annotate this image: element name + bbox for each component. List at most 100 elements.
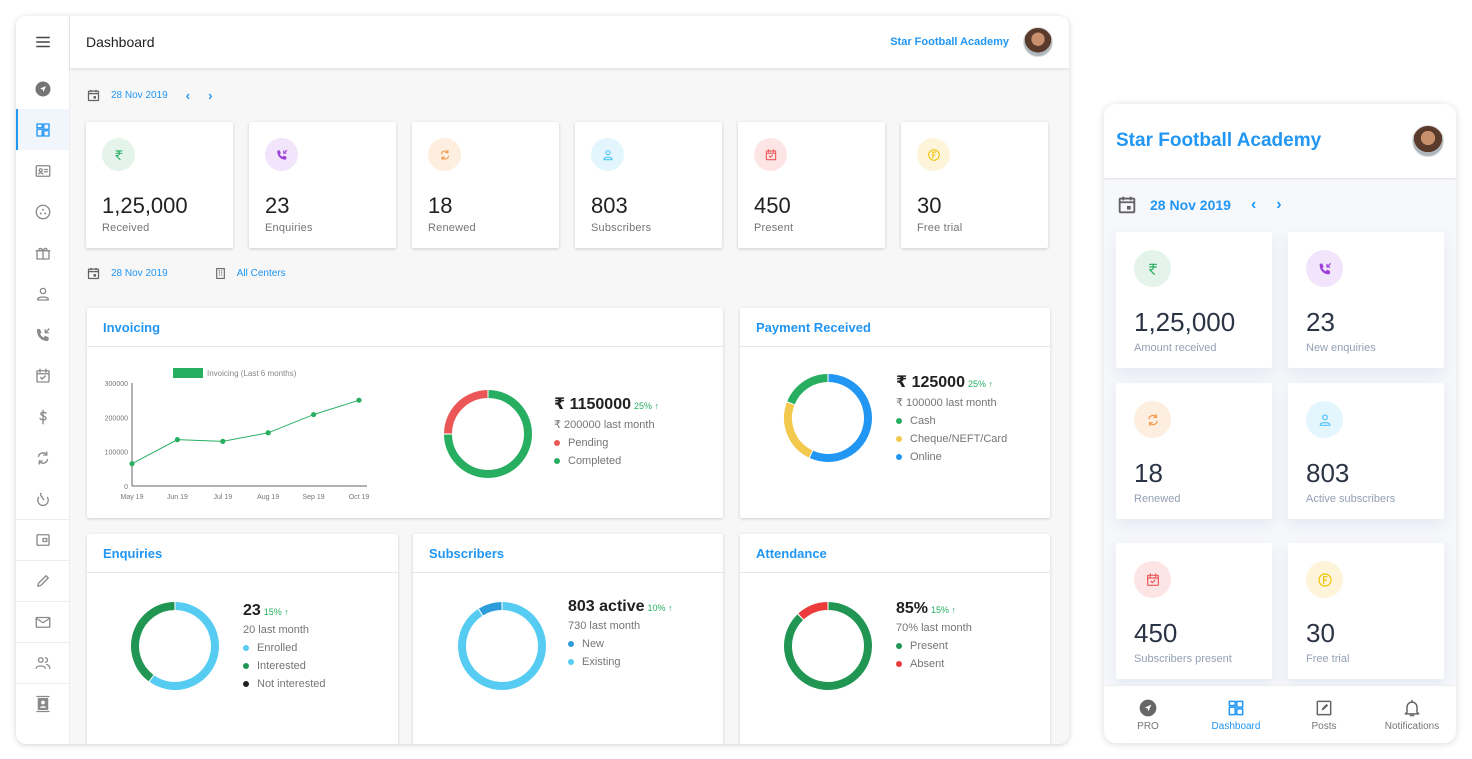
legend-swatch bbox=[173, 368, 203, 378]
calendar-check-icon bbox=[765, 148, 776, 160]
sidebar-item-dollar[interactable] bbox=[16, 396, 69, 437]
pro-icon bbox=[1139, 699, 1157, 716]
stat-value: 23 bbox=[265, 193, 290, 218]
stat-card-subscribers[interactable]: 803 Subscribers bbox=[575, 122, 722, 248]
current-date[interactable]: 28 Nov 2019 bbox=[111, 90, 168, 101]
mobile-stat-card-subscribers-present[interactable]: 450 Subscribers present bbox=[1116, 543, 1272, 679]
summary-amount: 85% 15% ↑ bbox=[896, 600, 972, 618]
stat-label: New enquiries bbox=[1306, 342, 1376, 354]
current-date[interactable]: 28 Nov 2019 bbox=[1150, 197, 1231, 213]
avatar[interactable] bbox=[1412, 125, 1444, 157]
sidebar-item-person[interactable] bbox=[16, 273, 69, 314]
calendar-icon bbox=[1118, 196, 1136, 214]
mobile-stat-card-free-trial[interactable]: 30 Free trial bbox=[1288, 543, 1444, 679]
enquiries-panel: Enquiries 23 15% ↑ 20 last month Enrolled… bbox=[87, 534, 398, 744]
panel-title: Payment Received bbox=[740, 308, 1050, 347]
x-tick-label: May 19 bbox=[121, 494, 144, 501]
nav-item-notifications[interactable]: Notifications bbox=[1368, 686, 1456, 743]
donut-slice-cheque-neft-card bbox=[784, 402, 813, 458]
legend-item: Existing bbox=[568, 656, 673, 668]
prev-date-chevron-icon[interactable]: ‹ bbox=[186, 88, 190, 103]
stat-value: 1,25,000 bbox=[102, 193, 188, 218]
prev-date-chevron-icon[interactable]: ‹ bbox=[1251, 196, 1256, 214]
sidebar-item-mail[interactable] bbox=[16, 601, 69, 642]
menu-button[interactable] bbox=[16, 16, 69, 68]
change-badge: 15% ↑ bbox=[263, 607, 289, 617]
page-title: Dashboard bbox=[86, 34, 155, 50]
mobile-stat-card-new-enquiries[interactable]: 23 New enquiries bbox=[1288, 232, 1444, 368]
mobile-stat-card-active-subscribers[interactable]: 803 Active subscribers bbox=[1288, 383, 1444, 519]
sidebar-item-id-card[interactable] bbox=[16, 150, 69, 191]
mobile-header: Star Football Academy bbox=[1104, 104, 1456, 178]
stat-value: 1,25,000 bbox=[1134, 307, 1236, 337]
legend-dot bbox=[896, 454, 902, 460]
nav-item-dashboard[interactable]: Dashboard bbox=[1192, 686, 1280, 743]
pencil-icon bbox=[36, 575, 49, 587]
stat-card-present[interactable]: 450 Present bbox=[738, 122, 885, 248]
sidebar-item-wallet[interactable] bbox=[16, 519, 69, 560]
legend-label: Invoicing (Last 6 months) bbox=[207, 369, 297, 378]
panel-title: Attendance bbox=[740, 534, 1050, 573]
next-date-chevron-icon[interactable]: › bbox=[208, 88, 212, 103]
invoicing-summary: ₹ 1150000 25% ↑ ₹ 200000 last month Pendi… bbox=[554, 394, 659, 467]
y-tick-label: 100000 bbox=[105, 450, 128, 457]
sidebar-item-pencil[interactable] bbox=[16, 560, 69, 601]
mobile-stat-card-renewed[interactable]: 18 Renewed bbox=[1116, 383, 1272, 519]
avatar[interactable] bbox=[1023, 27, 1053, 57]
sidebar-item-dashboard[interactable] bbox=[16, 109, 69, 150]
free-trial-icon bbox=[927, 148, 940, 161]
sidebar-item-people[interactable] bbox=[16, 642, 69, 683]
nav-item-pro[interactable]: PRO bbox=[1104, 686, 1192, 743]
stat-label: Received bbox=[102, 222, 150, 234]
stat-label: Subscribers present bbox=[1134, 653, 1232, 665]
menu-icon bbox=[35, 36, 50, 48]
sidebar-item-contacts[interactable] bbox=[16, 683, 69, 724]
data-point bbox=[220, 438, 226, 444]
stat-card-free-trial[interactable]: 30 Free trial bbox=[901, 122, 1048, 248]
sidebar-item-pro[interactable] bbox=[16, 68, 69, 109]
donut-slice-existing bbox=[458, 602, 546, 690]
legend-dot bbox=[896, 436, 902, 442]
posts-icon bbox=[1316, 700, 1332, 715]
stat-card-enquiries[interactable]: 23 Enquiries bbox=[249, 122, 396, 248]
centers-filter[interactable]: All Centers bbox=[237, 268, 286, 279]
filter-date[interactable]: 28 Nov 2019 bbox=[111, 268, 168, 279]
groups-icon bbox=[35, 204, 50, 219]
attendance-panel: Attendance 85% 15% ↑ 70% last month Prese… bbox=[740, 534, 1050, 744]
sidebar-item-timer[interactable] bbox=[16, 478, 69, 519]
last-month-text: 20 last month bbox=[243, 624, 310, 636]
change-badge: 10% ↑ bbox=[647, 603, 673, 613]
sidebar-item-calendar-check[interactable] bbox=[16, 355, 69, 396]
legend-label: Existing bbox=[582, 656, 621, 668]
renew-icon bbox=[440, 149, 449, 160]
stat-icon-badge bbox=[591, 138, 624, 171]
sidebar-item-gift[interactable] bbox=[16, 232, 69, 273]
payment-donut-chart bbox=[784, 374, 872, 462]
contacts-icon bbox=[35, 695, 50, 713]
sidebar-item-groups[interactable] bbox=[16, 191, 69, 232]
sidebar-item-renew[interactable] bbox=[16, 437, 69, 478]
payment-summary: ₹ 125000 25% ↑ ₹ 100000 last month Cash Ch… bbox=[896, 372, 1007, 463]
incoming-call-icon bbox=[1319, 262, 1331, 274]
desktop-window: Dashboard Star Football Academy 28 Nov 2… bbox=[16, 16, 1069, 744]
person-icon bbox=[602, 149, 613, 160]
sidebar-item-incoming-call[interactable] bbox=[16, 314, 69, 355]
enquiries-summary: 23 15% ↑ 20 last month Enrolled Interested… bbox=[243, 602, 325, 690]
x-tick-label: Aug 19 bbox=[257, 494, 279, 501]
mobile-title: Star Football Academy bbox=[1116, 130, 1322, 151]
invoicing-panel: Invoicing Invoicing (Last 6 months) 0 1000… bbox=[87, 308, 723, 518]
rupee-icon bbox=[1148, 263, 1157, 275]
mobile-stat-card-amount-received[interactable]: 1,25,000 Amount received bbox=[1116, 232, 1272, 368]
legend-label: Enrolled bbox=[257, 642, 298, 654]
legend-label: Not interested bbox=[257, 678, 326, 690]
gift-icon bbox=[35, 247, 50, 260]
next-date-chevron-icon[interactable]: › bbox=[1276, 196, 1281, 214]
stat-card-renewed[interactable]: 18 Renewed bbox=[412, 122, 559, 248]
nav-item-posts[interactable]: Posts bbox=[1280, 686, 1368, 743]
amount-value: 803 active bbox=[568, 598, 645, 615]
academy-name[interactable]: Star Football Academy bbox=[890, 36, 1009, 48]
pro-icon bbox=[35, 81, 50, 96]
filter-bar: 28 Nov 2019 All Centers bbox=[86, 248, 1053, 298]
invoicing-line-chart: Invoicing (Last 6 months) 0 100000 200000 30… bbox=[105, 368, 369, 501]
stat-card-received[interactable]: 1,25,000 Received bbox=[86, 122, 233, 248]
